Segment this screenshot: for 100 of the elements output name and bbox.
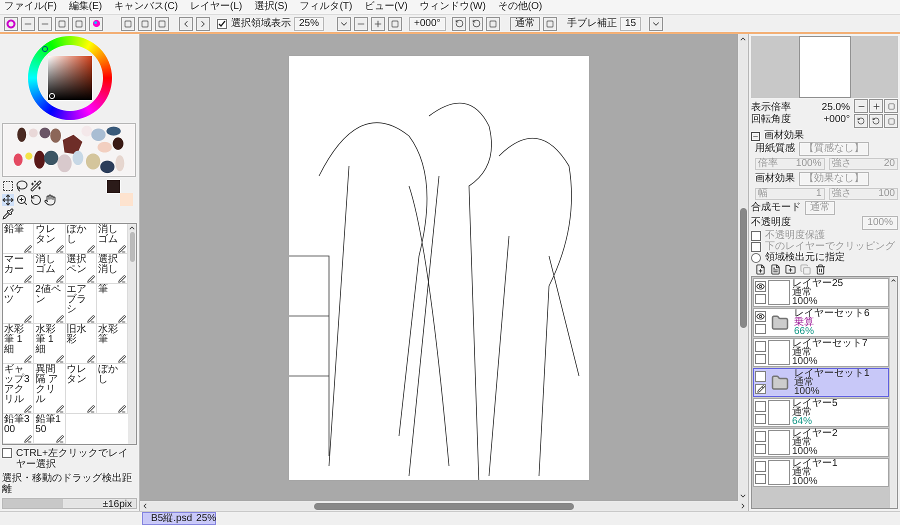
brush-tool[interactable]: 選択ペン bbox=[66, 254, 97, 284]
checkbox[interactable] bbox=[751, 242, 761, 252]
arrow-right-icon[interactable] bbox=[739, 502, 747, 510]
layer-row[interactable]: レイヤー5 通常 64% bbox=[753, 398, 889, 427]
blend-button[interactable]: 通常 bbox=[510, 16, 540, 30]
new-folder-icon[interactable] bbox=[785, 264, 796, 275]
stabilizer-menu-icon[interactable] bbox=[649, 16, 663, 30]
menu-item[interactable]: 選択(S) bbox=[254, 2, 288, 12]
scrollbar[interactable] bbox=[890, 277, 897, 508]
visibility-toggle[interactable] bbox=[755, 371, 766, 382]
menu-item[interactable]: 編集(E) bbox=[68, 2, 102, 12]
brush-tool[interactable]: 消しゴム bbox=[34, 254, 66, 284]
color-wheel-icon[interactable] bbox=[4, 16, 18, 30]
menu-item[interactable]: フィルタ(T) bbox=[300, 2, 352, 12]
brush-tool[interactable]: エアブラシ bbox=[66, 284, 97, 324]
checkbox[interactable] bbox=[217, 18, 227, 28]
arrow-down-icon[interactable] bbox=[739, 492, 747, 500]
scrollbar-thumb[interactable] bbox=[314, 502, 574, 510]
menu-item[interactable]: ウィンドウ(W) bbox=[420, 2, 486, 12]
document-tab[interactable]: B5縦.psd 25% bbox=[142, 512, 216, 525]
edit-toggle[interactable] bbox=[755, 414, 766, 424]
new-layer-icon[interactable] bbox=[755, 264, 766, 275]
scrollbar-thumb[interactable] bbox=[130, 232, 134, 262]
move-tool-icon[interactable] bbox=[2, 194, 14, 206]
arrow-left-icon[interactable] bbox=[141, 502, 149, 510]
selection-tool-icon[interactable] bbox=[2, 180, 14, 192]
menu-item[interactable]: ビュー(V) bbox=[364, 2, 408, 12]
edit-toggle[interactable] bbox=[755, 384, 766, 394]
radio-button[interactable] bbox=[751, 253, 761, 263]
rotation-field[interactable]: +000° bbox=[409, 16, 446, 30]
brush-tool[interactable]: マーカー bbox=[3, 254, 34, 284]
edit-toggle[interactable] bbox=[755, 324, 766, 334]
undo-icon[interactable] bbox=[179, 16, 193, 30]
zoom-field[interactable]: 25% bbox=[294, 16, 324, 30]
edit-toggle[interactable] bbox=[755, 354, 766, 364]
visibility-toggle[interactable] bbox=[755, 341, 766, 352]
zoom-menu-icon[interactable] bbox=[337, 16, 351, 30]
brush-tool[interactable]: 旧水彩 bbox=[66, 324, 97, 364]
brush-tool[interactable]: 鉛筆150 bbox=[34, 414, 66, 444]
collapse-icon[interactable] bbox=[751, 132, 760, 140]
color-marker[interactable] bbox=[48, 93, 54, 99]
brush-tool[interactable]: ウレタン bbox=[34, 224, 66, 254]
edit-toggle[interactable] bbox=[755, 444, 766, 454]
brush-tool[interactable]: 鉛筆300 bbox=[3, 414, 34, 444]
layer-row[interactable]: レイヤーセット1 通常 100% bbox=[753, 368, 889, 397]
arrow-up-icon[interactable] bbox=[890, 277, 897, 284]
brush-tool[interactable]: バケツ bbox=[3, 284, 34, 324]
layer-row[interactable]: レイヤーセット7 通常 100% bbox=[753, 338, 889, 367]
visibility-toggle[interactable] bbox=[755, 461, 766, 472]
vertical-scrollbar[interactable] bbox=[738, 34, 748, 501]
visibility-toggle[interactable] bbox=[755, 281, 766, 292]
layer-row[interactable]: レイヤー2 通常 100% bbox=[753, 428, 889, 457]
menu-item[interactable]: その他(O) bbox=[498, 2, 542, 12]
visibility-toggle[interactable] bbox=[755, 431, 766, 442]
color-square[interactable] bbox=[48, 56, 92, 100]
scrollbar[interactable] bbox=[128, 224, 136, 444]
layer-row[interactable]: レイヤー25 通常 100% bbox=[753, 278, 889, 307]
edit-toggle[interactable] bbox=[755, 474, 766, 484]
checkbox[interactable] bbox=[751, 231, 761, 241]
brush-tool[interactable]: 異間隔 アクリル bbox=[34, 364, 66, 414]
visibility-toggle[interactable] bbox=[755, 401, 766, 412]
scrollbar-thumb[interactable] bbox=[740, 208, 746, 328]
visibility-toggle[interactable] bbox=[755, 311, 766, 322]
brush-tool[interactable]: ギャップ3 アクリル bbox=[3, 364, 34, 414]
lasso-tool-icon[interactable] bbox=[16, 180, 28, 192]
rotate-left-icon[interactable] bbox=[854, 114, 868, 128]
checkbox[interactable] bbox=[2, 448, 12, 458]
layer-row[interactable]: レイヤー1 通常 100% bbox=[753, 458, 889, 487]
menu-item[interactable]: レイヤー(L) bbox=[190, 2, 242, 12]
brush-tool[interactable]: 2値ペン bbox=[34, 284, 66, 324]
rotate-left-icon[interactable] bbox=[452, 16, 466, 30]
magic-wand-icon[interactable] bbox=[30, 180, 42, 192]
rotate-right-icon[interactable] bbox=[869, 114, 883, 128]
menu-item[interactable]: キャンバス(C) bbox=[114, 2, 178, 12]
brush-tool[interactable]: ぼかし bbox=[66, 224, 97, 254]
background-color[interactable] bbox=[120, 192, 133, 206]
eyedropper-icon[interactable] bbox=[2, 208, 14, 220]
new-linework-layer-icon[interactable] bbox=[770, 264, 781, 275]
zoom-in-icon[interactable] bbox=[869, 99, 883, 113]
zoom-out-icon[interactable] bbox=[354, 16, 368, 30]
brush-tool[interactable]: 鉛筆 bbox=[3, 224, 34, 254]
zoom-tool-icon[interactable] bbox=[16, 194, 28, 206]
rotate-right-icon[interactable] bbox=[469, 16, 483, 30]
edit-toggle[interactable] bbox=[755, 294, 766, 304]
foreground-color[interactable] bbox=[107, 180, 120, 193]
stabilizer-field[interactable]: 15 bbox=[620, 16, 642, 30]
hue-marker[interactable] bbox=[42, 46, 48, 52]
redo-icon[interactable] bbox=[196, 16, 210, 30]
palette-icon[interactable] bbox=[89, 16, 103, 30]
horizontal-scrollbar[interactable] bbox=[140, 501, 748, 511]
drag-distance-slider[interactable]: ±16pix bbox=[2, 498, 137, 509]
swatch-palette-drawing[interactable] bbox=[2, 123, 136, 177]
zoom-out-icon[interactable] bbox=[854, 99, 868, 113]
zoom-in-icon[interactable] bbox=[371, 16, 385, 30]
rotate-tool-icon[interactable] bbox=[30, 194, 42, 206]
brush-tool[interactable]: ウレタン bbox=[66, 364, 97, 414]
brush-tool[interactable]: 水彩筆 1細 bbox=[3, 324, 34, 364]
delete-layer-icon[interactable] bbox=[815, 264, 826, 275]
layer-row[interactable]: レイヤーセット6 乗算 66% bbox=[753, 308, 889, 337]
arrow-up-icon[interactable] bbox=[739, 35, 747, 43]
